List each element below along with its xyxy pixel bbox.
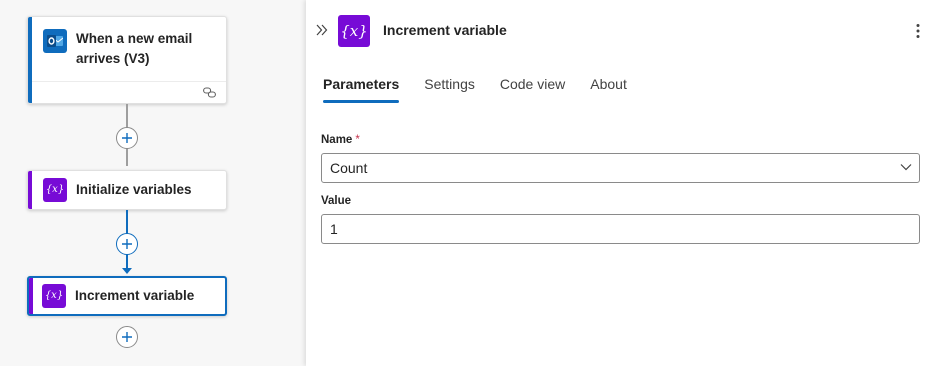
name-dropdown-value: Count	[330, 160, 368, 176]
flow-canvas: When a new email arrives (V3) {x} Initia…	[0, 0, 306, 366]
name-label-text: Name	[321, 134, 353, 146]
arrow-down-icon	[122, 268, 132, 274]
action-details-panel: {x} Increment variable Parameters Settin…	[306, 0, 935, 366]
panel-title[interactable]: Increment variable	[383, 22, 507, 38]
collapse-panel-icon[interactable]	[316, 24, 328, 36]
panel-header: {x} Increment variable	[306, 15, 935, 47]
node-title: Initialize variables	[76, 182, 192, 197]
trigger-node-new-email[interactable]: When a new email arrives (V3)	[27, 16, 227, 104]
variable-icon: {x}	[43, 178, 67, 202]
node-accent-bar	[29, 278, 33, 314]
variable-icon: {x}	[338, 15, 370, 47]
node-footer	[32, 81, 226, 103]
name-field-label: Name *	[321, 134, 360, 146]
more-options-icon[interactable]	[915, 23, 921, 39]
node-title: Increment variable	[75, 288, 195, 303]
plus-icon	[122, 332, 132, 342]
action-node-increment-variable[interactable]: {x} Increment variable	[27, 276, 227, 316]
chevron-down-icon	[900, 164, 912, 171]
add-step-button[interactable]	[116, 326, 138, 348]
plus-icon	[122, 239, 132, 249]
add-step-button[interactable]	[116, 127, 138, 149]
value-input-text: 1	[330, 221, 338, 237]
tab-settings[interactable]: Settings	[424, 76, 475, 103]
action-node-initialize-variables[interactable]: {x} Initialize variables	[27, 170, 227, 210]
required-marker: *	[355, 134, 360, 146]
panel-tabs: Parameters Settings Code view About	[323, 76, 652, 103]
value-input[interactable]: 1	[321, 214, 920, 244]
tab-parameters[interactable]: Parameters	[323, 76, 400, 103]
add-step-button[interactable]	[116, 233, 138, 255]
tab-code-view[interactable]: Code view	[500, 76, 565, 103]
value-label-text: Value	[321, 195, 352, 207]
plus-icon	[122, 133, 132, 143]
outlook-icon	[43, 29, 67, 53]
value-field-label: Value	[321, 195, 351, 207]
tab-about[interactable]: About	[590, 76, 627, 103]
name-dropdown[interactable]: Count	[321, 153, 920, 183]
link-icon[interactable]	[203, 87, 216, 98]
node-accent-bar	[28, 171, 32, 209]
node-title: When a new email arrives (V3)	[76, 31, 193, 66]
variable-icon: {x}	[42, 284, 66, 308]
